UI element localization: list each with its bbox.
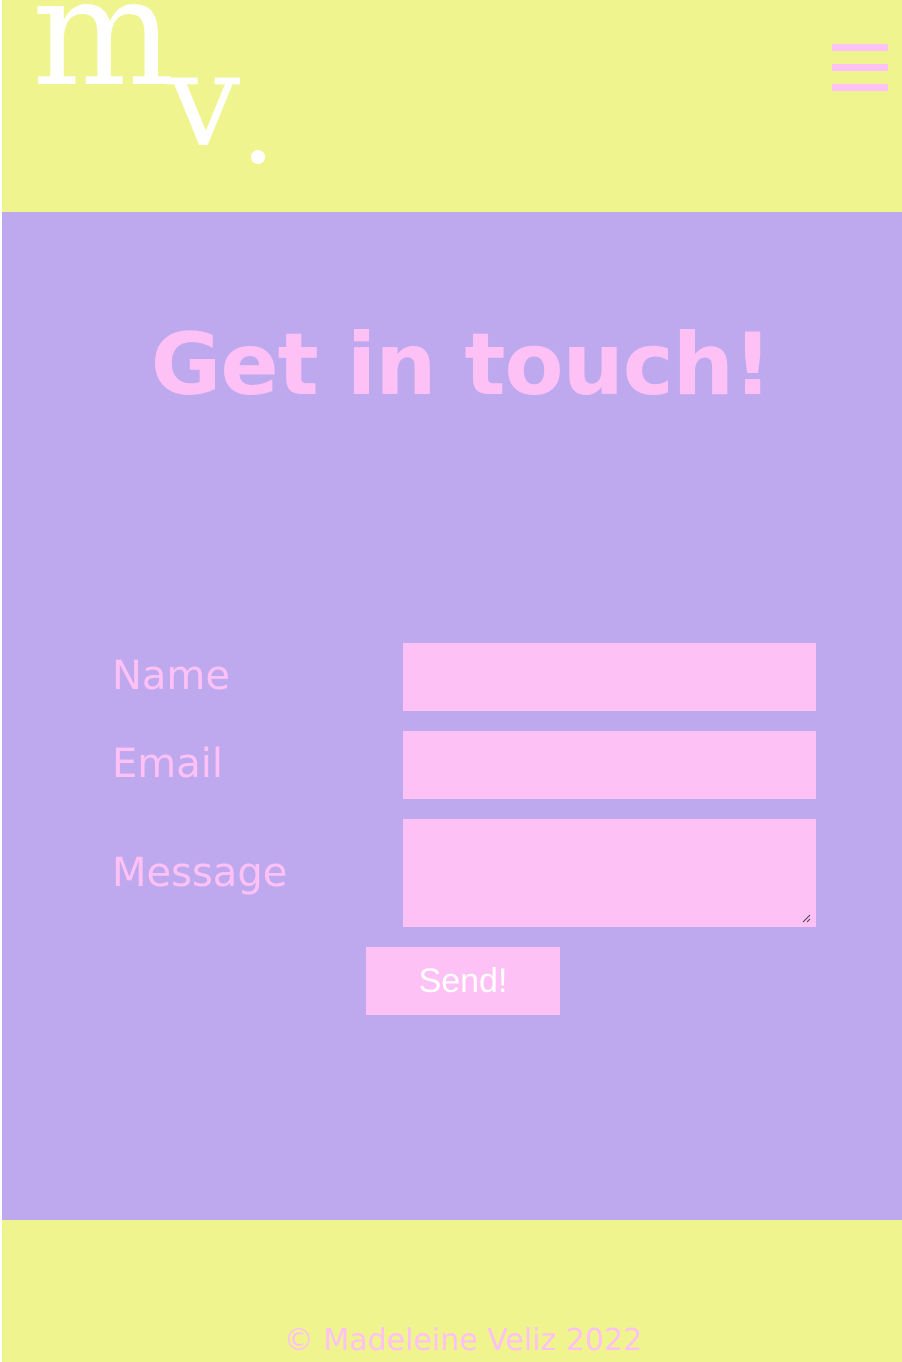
menu-bar-top <box>832 44 888 51</box>
logo-letter-m: m <box>32 0 174 120</box>
name-field[interactable] <box>403 643 816 711</box>
send-button[interactable]: Send! <box>366 947 560 1015</box>
logo-dot <box>251 150 265 164</box>
message-label: Message <box>112 850 288 896</box>
resize-grip-icon[interactable] <box>802 914 811 923</box>
email-field[interactable] <box>403 731 816 799</box>
site-header: m v <box>0 0 902 212</box>
copyright-text: © Madeleine Veliz 2022 <box>283 1323 643 1358</box>
message-field[interactable] <box>403 819 816 927</box>
contact-section: Get in touch! Name Email Message Send! <box>2 212 902 1220</box>
menu-bar-middle <box>832 64 888 71</box>
menu-bar-bottom <box>832 84 888 91</box>
hamburger-menu-icon[interactable] <box>832 44 888 92</box>
logo-letter-v: v <box>167 24 241 176</box>
page-title: Get in touch! <box>150 315 772 415</box>
email-label: Email <box>112 741 223 787</box>
site-footer: © Madeleine Veliz 2022 <box>2 1220 902 1362</box>
name-label: Name <box>112 653 231 699</box>
